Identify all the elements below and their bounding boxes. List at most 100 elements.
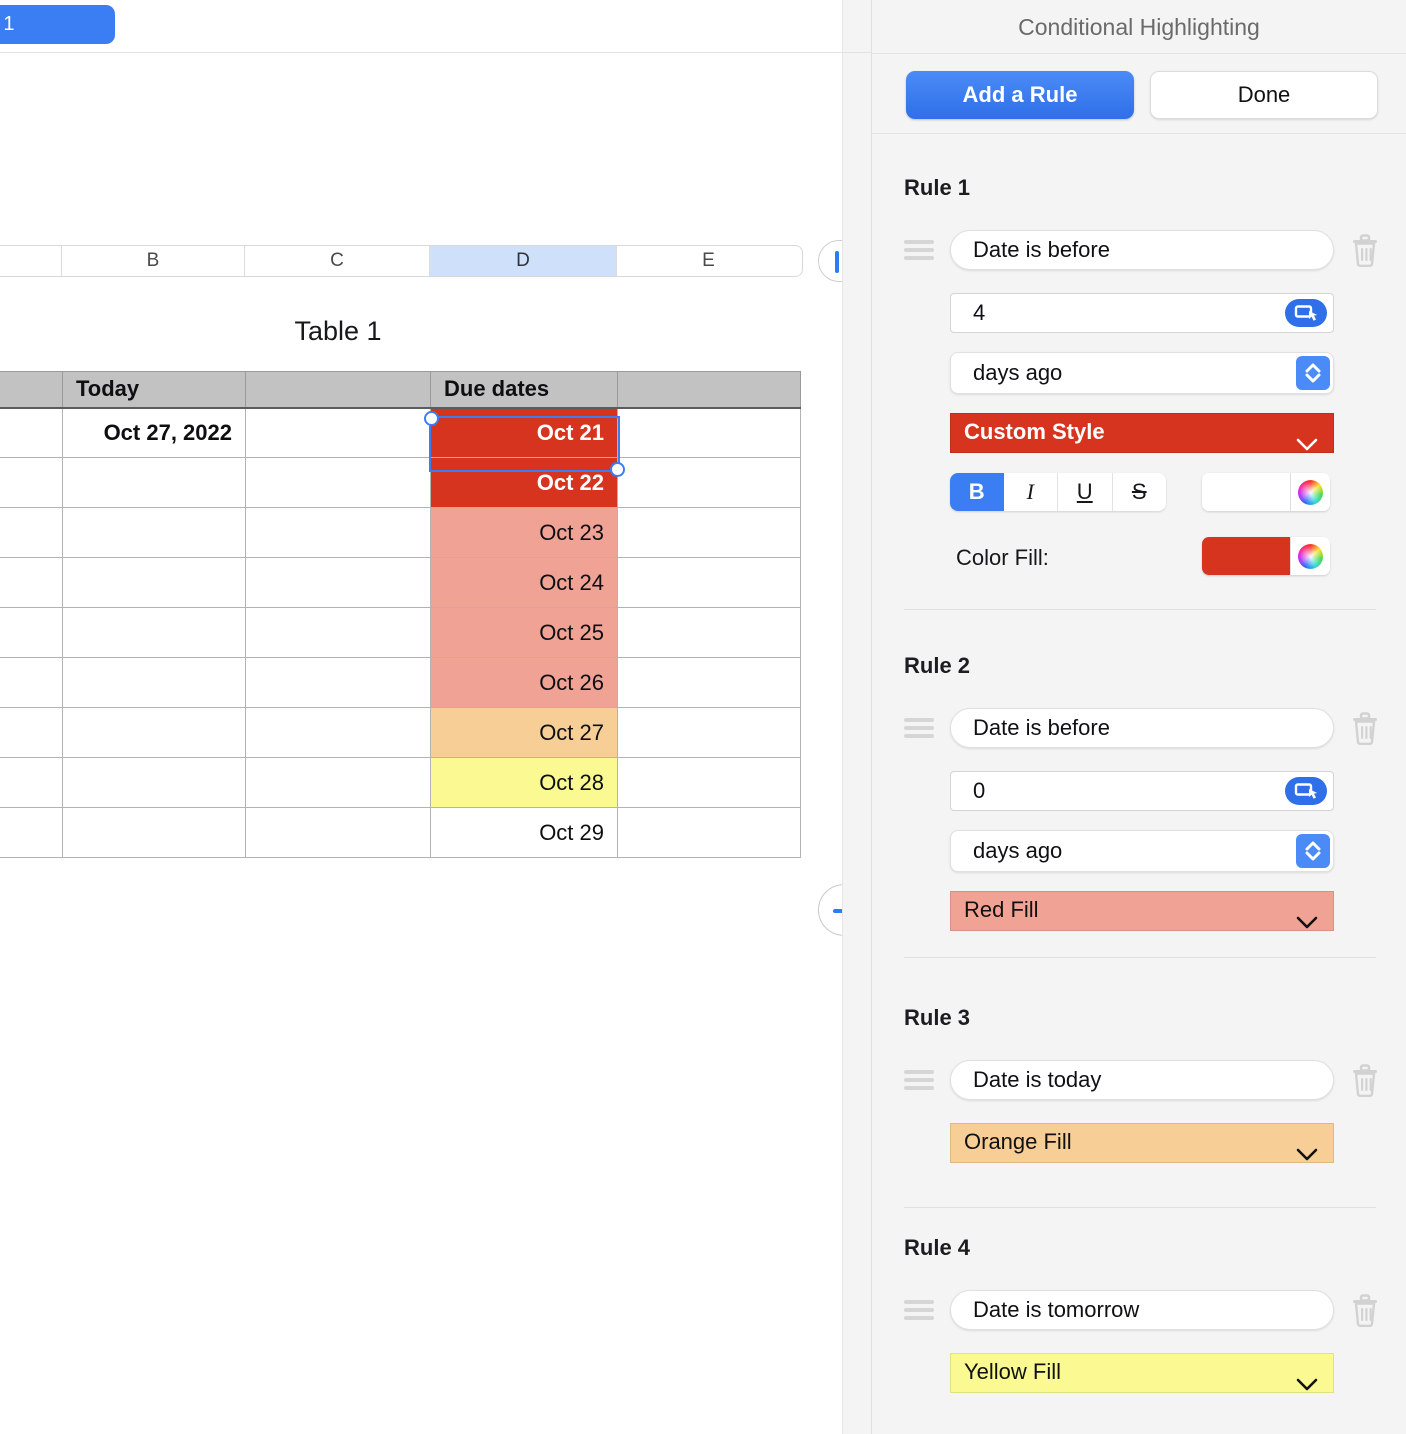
table-cell-c-8[interactable] — [245, 757, 431, 808]
color-fill-swatch[interactable] — [1202, 537, 1290, 575]
column-header-c[interactable]: C — [245, 246, 430, 276]
table-cell-b-3[interactable] — [62, 507, 246, 558]
table-cell-b-1[interactable]: Oct 27, 2022 — [62, 407, 246, 458]
table-header-cell-c[interactable] — [245, 371, 431, 409]
table-cell-b-9[interactable] — [62, 807, 246, 858]
rule-delete-button-4[interactable] — [1348, 1291, 1382, 1329]
table-cell-e-4[interactable] — [617, 557, 801, 608]
table-cell-e-5[interactable] — [617, 607, 801, 658]
table-cell-a-9[interactable] — [0, 807, 63, 858]
table-cell-c-3[interactable] — [245, 507, 431, 558]
table-cell-d-9[interactable]: Oct 29 — [430, 807, 618, 858]
rule-drag-handle-1[interactable] — [904, 239, 936, 261]
bold-button[interactable]: B — [950, 473, 1004, 511]
rules-list[interactable]: Rule 1 Date is before 4 days ago Custom Styl… — [872, 135, 1406, 1434]
column-header-d[interactable]: D — [430, 246, 617, 276]
table-cell-b-5[interactable] — [62, 607, 246, 658]
table-cell-d-3[interactable]: Oct 23 — [430, 507, 618, 558]
table-cell-b-2[interactable] — [62, 457, 246, 508]
rule-style-select-2[interactable]: Red Fill — [950, 891, 1334, 931]
rule-condition-select-2[interactable]: Date is before — [950, 708, 1334, 748]
rule-value-field-2[interactable]: 0 — [950, 771, 1334, 811]
table-cell-c-2[interactable] — [245, 457, 431, 508]
add-column-control[interactable] — [818, 240, 842, 282]
table-cell-e-3[interactable] — [617, 507, 801, 558]
table-cell-d-5[interactable]: Oct 25 — [430, 607, 618, 658]
stepper-icon[interactable] — [1296, 356, 1330, 390]
color-fill-well-1[interactable] — [1202, 537, 1330, 575]
table-cell-d-4[interactable]: Oct 24 — [430, 557, 618, 608]
table-cell-e-6[interactable] — [617, 657, 801, 708]
color-wheel-button[interactable] — [1290, 473, 1330, 511]
sheet-tab-bar: eet 1 — [0, 0, 842, 53]
rule-value-field-1[interactable]: 4 — [950, 293, 1334, 333]
table-cell-e-8[interactable] — [617, 757, 801, 808]
done-button[interactable]: Done — [1150, 71, 1378, 119]
table-cell-a-3[interactable] — [0, 507, 63, 558]
add-a-rule-button[interactable]: Add a Rule — [906, 71, 1134, 119]
cell-reference-icon[interactable] — [1285, 299, 1327, 327]
drag-handle-line — [904, 240, 934, 244]
underline-button[interactable]: U — [1058, 473, 1113, 511]
rule-delete-button-2[interactable] — [1348, 709, 1382, 747]
color-wheel-button[interactable] — [1290, 537, 1330, 575]
rule-drag-handle-4[interactable] — [904, 1299, 936, 1321]
table-header-cell-a[interactable] — [0, 371, 63, 409]
table-cell-b-8[interactable] — [62, 757, 246, 808]
rule-delete-button-3[interactable] — [1348, 1061, 1382, 1099]
sheet-tab-sheet1[interactable]: eet 1 — [0, 5, 115, 44]
table-cell-e-1[interactable] — [617, 407, 801, 458]
rule-drag-handle-2[interactable] — [904, 717, 936, 739]
table-cell-a-4[interactable] — [0, 557, 63, 608]
table-cell-a-8[interactable] — [0, 757, 63, 808]
rule-style-select-3[interactable]: Orange Fill — [950, 1123, 1334, 1163]
table-cell-a-2[interactable] — [0, 457, 63, 508]
table-cell-a-6[interactable] — [0, 657, 63, 708]
text-color-well-1[interactable] — [1202, 473, 1330, 511]
cell-reference-icon[interactable] — [1285, 777, 1327, 805]
table-cell-d-8[interactable]: Oct 28 — [430, 757, 618, 808]
table-cell-a-7[interactable] — [0, 707, 63, 758]
table-cell-c-1[interactable] — [245, 407, 431, 458]
column-header-b[interactable]: B — [62, 246, 245, 276]
rule-condition-select-1[interactable]: Date is before — [950, 230, 1334, 270]
rule-condition-select-4[interactable]: Date is tomorrow — [950, 1290, 1334, 1330]
table-cell-e-9[interactable] — [617, 807, 801, 858]
rule-condition-select-3[interactable]: Date is today — [950, 1060, 1334, 1100]
table-cell-b-4[interactable] — [62, 557, 246, 608]
conditional-highlighting-panel: Conditional Highlighting Add a Rule Done… — [872, 0, 1406, 1434]
panel-gutter — [842, 0, 872, 1434]
table-header-cell-e[interactable] — [617, 371, 801, 409]
table-cell-d-7[interactable]: Oct 27 — [430, 707, 618, 758]
add-row-control[interactable] — [818, 884, 842, 936]
table-cell-b-7[interactable] — [62, 707, 246, 758]
column-header-a[interactable] — [0, 246, 62, 276]
table-cell-b-6[interactable] — [62, 657, 246, 708]
table-header-cell-today[interactable]: Today — [62, 371, 246, 409]
stepper-icon[interactable] — [1296, 834, 1330, 868]
table-cell-d-1[interactable]: Oct 21 — [430, 407, 618, 458]
rule-unit-select-2[interactable]: days ago — [950, 830, 1334, 872]
table-cell-c-6[interactable] — [245, 657, 431, 708]
table-cell-c-4[interactable] — [245, 557, 431, 608]
column-header-e[interactable]: E — [617, 246, 800, 276]
text-format-group-1[interactable]: BIUS — [950, 473, 1166, 511]
table-cell-d-2[interactable]: Oct 22 — [430, 457, 618, 508]
table-cell-d-6[interactable]: Oct 26 — [430, 657, 618, 708]
text-color-swatch[interactable] — [1202, 473, 1290, 511]
table-cell-c-5[interactable] — [245, 607, 431, 658]
rule-delete-button-1[interactable] — [1348, 231, 1382, 269]
table-cell-c-9[interactable] — [245, 807, 431, 858]
rule-unit-select-1[interactable]: days ago — [950, 352, 1334, 394]
table-cell-a-5[interactable] — [0, 607, 63, 658]
table-cell-c-7[interactable] — [245, 707, 431, 758]
table-header-cell-duedates[interactable]: Due dates — [430, 371, 618, 409]
table-cell-e-2[interactable] — [617, 457, 801, 508]
rule-style-select-4[interactable]: Yellow Fill — [950, 1353, 1334, 1393]
table-cell-e-7[interactable] — [617, 707, 801, 758]
table-cell-a-1[interactable] — [0, 407, 63, 458]
strikethrough-button[interactable]: S — [1112, 473, 1166, 511]
rule-style-select-1[interactable]: Custom Style — [950, 413, 1334, 453]
rule-drag-handle-3[interactable] — [904, 1069, 936, 1091]
italic-button[interactable]: I — [1003, 473, 1058, 511]
